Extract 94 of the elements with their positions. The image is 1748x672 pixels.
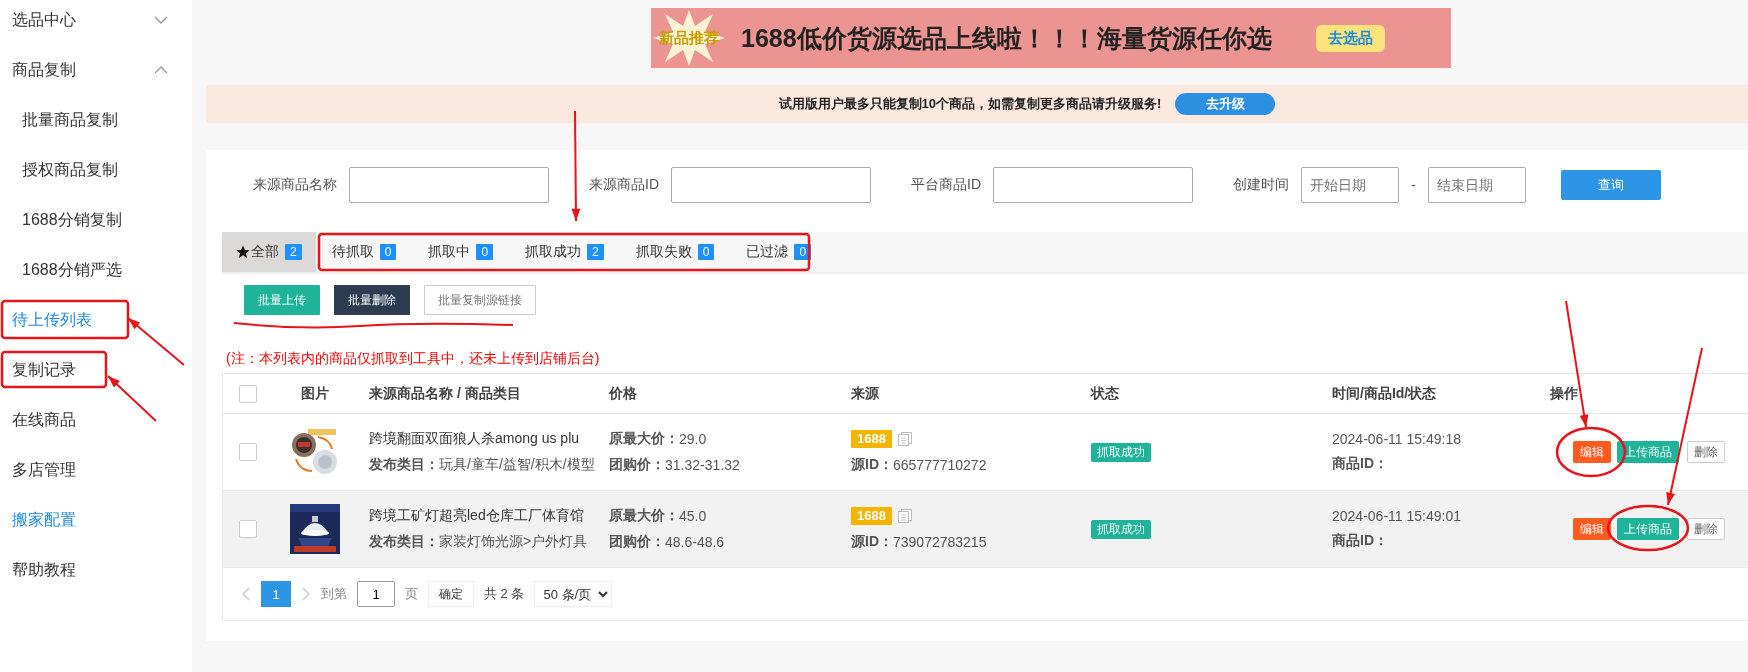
count-badge: 0 bbox=[379, 244, 397, 260]
date-field[interactable]: 开始日期 bbox=[1301, 167, 1399, 203]
product-name: 跨境翻面双面狼人杀among us plu bbox=[369, 430, 581, 448]
sidebar-item[interactable]: 搬家配置 bbox=[0, 495, 192, 545]
price-label: 团购价： bbox=[609, 533, 665, 551]
count-badge: 2 bbox=[587, 244, 604, 260]
price-value: 45.0 bbox=[679, 508, 707, 524]
chevron-icon bbox=[154, 16, 168, 24]
sidebar-item[interactable]: 复制记录 bbox=[0, 345, 192, 395]
source-id-label: 源ID： bbox=[851, 456, 893, 474]
sidebar-item[interactable]: 帮助教程 bbox=[0, 545, 192, 595]
source-id: 665777710272 bbox=[893, 457, 987, 473]
promo-banner[interactable]: 新品推荐 1688低价货源选品上线啦！！！海量货源任你选 去选品 bbox=[651, 8, 1451, 68]
goto-label: 到第 bbox=[321, 585, 347, 603]
previous-icon[interactable] bbox=[241, 587, 251, 601]
field-label: 创建时间 bbox=[1233, 176, 1289, 194]
row-checkbox[interactable] bbox=[239, 443, 257, 461]
input-field[interactable] bbox=[993, 167, 1193, 203]
bulk-action-button[interactable]: 批量删除 bbox=[334, 285, 410, 315]
banner-tag-text: 新品推荐 bbox=[659, 28, 719, 48]
select-all-checkbox[interactable] bbox=[239, 384, 257, 403]
product-id-label: 商品ID： bbox=[1332, 455, 1389, 473]
filter-tab[interactable]: 抓取中 0 bbox=[412, 232, 510, 272]
page-input[interactable]: 1 bbox=[357, 581, 395, 607]
sidebar-item[interactable]: 商品复制 bbox=[0, 45, 192, 95]
column-header: 图片 bbox=[301, 384, 329, 403]
filter-tab[interactable]: 全部 2 bbox=[222, 232, 316, 272]
source-tag: 1688 bbox=[851, 430, 892, 448]
annotation-arrow bbox=[107, 375, 157, 422]
page-size-select[interactable]: 50 条/页 bbox=[534, 581, 613, 607]
filter-tab[interactable]: 待抓取 0 bbox=[315, 232, 413, 272]
category-label: 发布类目： bbox=[369, 533, 439, 551]
field-label: 来源商品名称 bbox=[253, 176, 337, 194]
field-label: 来源商品ID bbox=[589, 176, 659, 194]
timestamp: 2024-06-11 15:49:01 bbox=[1332, 508, 1462, 524]
sidebar-item[interactable]: 在线商品 bbox=[0, 395, 192, 445]
status-tag: 抓取成功 bbox=[1091, 442, 1151, 462]
star-icon bbox=[236, 245, 250, 259]
sidebar-subitem[interactable]: 1688分销复制 bbox=[0, 195, 192, 245]
price-value: 48.6-48.6 bbox=[665, 534, 725, 550]
field-label: 平台商品ID bbox=[911, 176, 981, 194]
banner-text: 1688低价货源选品上线啦！！！海量货源任你选 bbox=[741, 22, 1272, 54]
category-value: 玩具/童车/益智/积木/模型 bbox=[439, 456, 595, 474]
column-header: 价格 bbox=[609, 384, 638, 403]
note-text: (注：本列表内的商品仅抓取到工具中，还未上传到店铺后台) bbox=[225, 350, 601, 368]
sidebar-item[interactable]: 选品中心 bbox=[0, 0, 192, 45]
sidebar-subitem[interactable]: 1688分销严选 bbox=[0, 245, 192, 295]
column-header: 来源 bbox=[851, 384, 880, 403]
category-value: 家装灯饰光源>户外灯具 bbox=[439, 533, 588, 551]
category-label: 发布类目： bbox=[369, 456, 439, 474]
next-icon[interactable] bbox=[301, 587, 311, 601]
filter-tab[interactable]: 抓取失败 0 bbox=[619, 232, 731, 272]
filter-tab[interactable]: 已过滤 0 bbox=[730, 232, 828, 272]
sidebar-subitem[interactable]: 授权商品复制 bbox=[0, 145, 192, 195]
chevron-icon bbox=[154, 66, 168, 74]
annotation-ellipse bbox=[1555, 426, 1627, 478]
timestamp: 2024-06-11 15:49:18 bbox=[1332, 431, 1462, 447]
product-id-label: 商品ID： bbox=[1332, 532, 1389, 550]
price-label: 原最大价： bbox=[609, 507, 679, 525]
page-unit: 页 bbox=[405, 585, 418, 603]
price-value: 29.0 bbox=[679, 431, 707, 447]
annotation-arrow bbox=[127, 317, 185, 366]
delete-button[interactable]: 删除 bbox=[1687, 518, 1725, 540]
count-badge: 0 bbox=[697, 244, 715, 260]
copy-icon[interactable] bbox=[897, 509, 912, 523]
source-id: 739072783215 bbox=[893, 534, 987, 550]
price-label: 团购价： bbox=[609, 456, 665, 474]
notice-text: 试用版用户最多只能复制10个商品，如需复制更多商品请升级服务! bbox=[778, 95, 1162, 113]
row-checkbox[interactable] bbox=[239, 520, 257, 538]
product-name: 跨境工矿灯超亮led仓库工厂体育馆 bbox=[369, 507, 585, 525]
status-tag: 抓取成功 bbox=[1091, 519, 1151, 539]
price-value: 31.32-31.32 bbox=[665, 457, 740, 473]
sidebar-item[interactable]: 待上传列表 bbox=[0, 295, 192, 345]
confirm-button[interactable]: 确定 bbox=[428, 581, 474, 607]
bulk-action-button[interactable]: 批量复制源链接 bbox=[424, 285, 536, 315]
range-separator: - bbox=[1411, 177, 1416, 193]
column-header: 操作 bbox=[1550, 384, 1579, 403]
date-field[interactable]: 结束日期 bbox=[1427, 167, 1526, 203]
sidebar-item[interactable]: 多店管理 bbox=[0, 445, 192, 495]
price-label: 原最大价： bbox=[609, 430, 679, 448]
filter-tab[interactable]: 抓取成功 2 bbox=[509, 232, 620, 272]
column-header: 时间/商品Id/状态 bbox=[1332, 384, 1438, 403]
column-header: 状态 bbox=[1091, 384, 1120, 403]
column-header: 来源商品名称 / 商品类目 bbox=[369, 384, 522, 403]
delete-button[interactable]: 删除 bbox=[1687, 441, 1725, 463]
source-id-label: 源ID： bbox=[851, 533, 893, 551]
count-badge: 0 bbox=[476, 244, 494, 260]
input-field[interactable] bbox=[671, 167, 871, 203]
source-tag: 1688 bbox=[851, 507, 892, 525]
total-count: 共 2 条 bbox=[484, 585, 525, 603]
sidebar-subitem[interactable]: 批量商品复制 bbox=[0, 95, 192, 145]
input-field[interactable] bbox=[349, 167, 549, 203]
count-badge: 2 bbox=[285, 244, 302, 260]
copy-icon[interactable] bbox=[897, 432, 912, 446]
